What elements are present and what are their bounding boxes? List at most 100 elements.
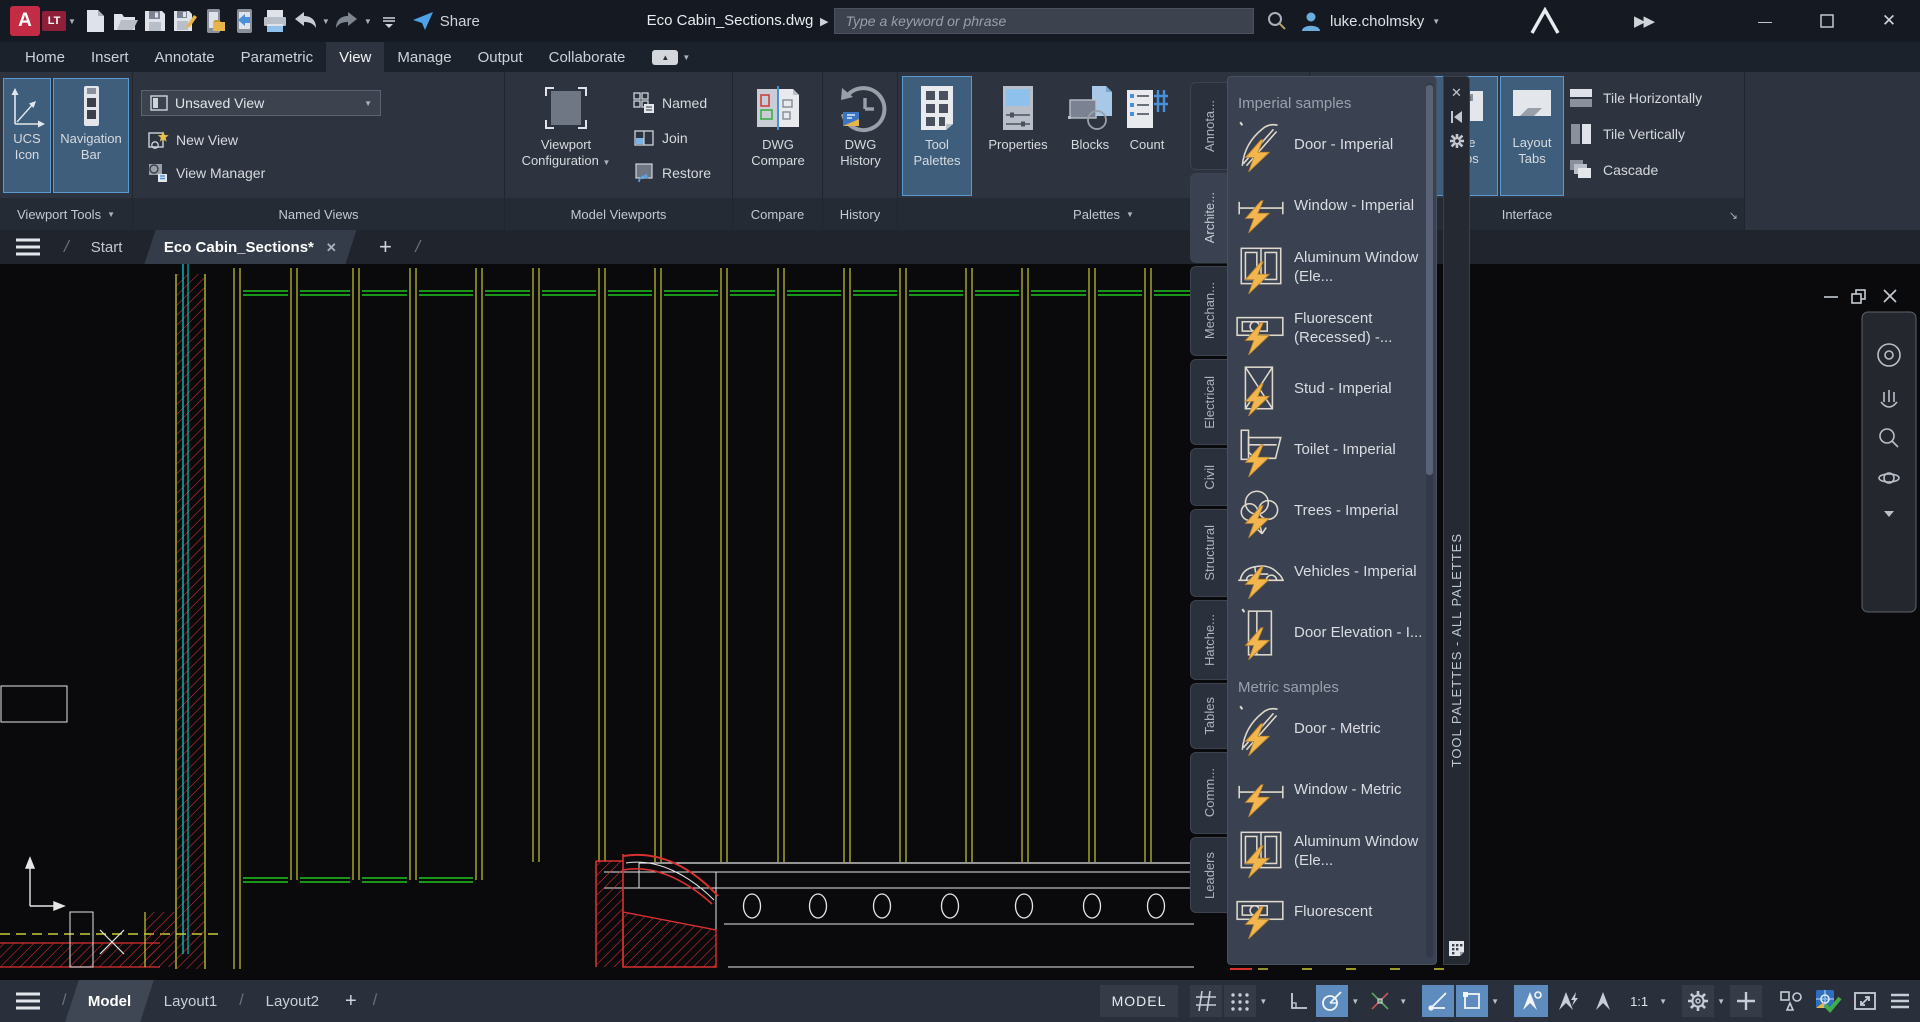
palette-scrollbar[interactable]: [1426, 83, 1433, 958]
dwg-history-button[interactable]: DWG History: [828, 76, 893, 196]
palette-tab-civil[interactable]: Civil: [1190, 448, 1227, 506]
palette-item[interactable]: Fluorescent (Recessed) -...: [1228, 297, 1436, 358]
annotation-visibility-button[interactable]: [1514, 985, 1548, 1017]
panel-launcher-icon[interactable]: ↘: [1729, 209, 1738, 222]
tile-vertically-button[interactable]: Tile Vertically: [1568, 122, 1685, 146]
ribbon-tab-home[interactable]: Home: [12, 42, 78, 72]
maximize-button[interactable]: [1796, 0, 1858, 42]
file-tab-active[interactable]: Eco Cabin_Sections* ✕: [145, 230, 357, 264]
palette-autohide-icon[interactable]: [1444, 105, 1469, 129]
palette-tab-mechan[interactable]: Mechan...: [1190, 266, 1227, 356]
workspace-switching-button[interactable]: [1682, 985, 1714, 1017]
join-viewports-button[interactable]: Join: [633, 127, 688, 149]
palette-close-icon[interactable]: ✕: [1444, 81, 1469, 105]
search-input[interactable]: [834, 8, 1254, 34]
ribbon-tab-view[interactable]: View: [326, 42, 384, 72]
close-button[interactable]: ✕: [1858, 0, 1920, 42]
palette-item[interactable]: Aluminum Window (Ele...: [1228, 820, 1436, 881]
object-snap-button[interactable]: [1456, 985, 1488, 1017]
new-layout-button[interactable]: +: [335, 980, 367, 1022]
ribbon-tab-manage[interactable]: Manage: [384, 42, 464, 72]
annotation-autoscale-button[interactable]: [1550, 985, 1584, 1017]
annotation-scale-icon[interactable]: [1586, 985, 1620, 1017]
polar-tracking-button[interactable]: [1316, 985, 1348, 1017]
open-from-mobile-icon[interactable]: [202, 7, 228, 35]
new-drawing-tab-button[interactable]: +: [363, 230, 407, 264]
hardware-acceleration-button[interactable]: [1810, 985, 1846, 1017]
open-file-icon[interactable]: [112, 7, 138, 35]
drawing-canvas[interactable]: [0, 264, 1920, 980]
palette-item[interactable]: Window - Metric: [1228, 759, 1436, 820]
palette-tab-archite[interactable]: Archite...: [1190, 173, 1228, 263]
isolate-add-button[interactable]: [1730, 985, 1762, 1017]
clean-screen-button[interactable]: [1848, 985, 1882, 1017]
palette-item[interactable]: Fluorescent: [1228, 881, 1436, 942]
save-to-mobile-icon[interactable]: [232, 7, 258, 35]
customize-button[interactable]: [1884, 985, 1916, 1017]
ribbon-collapse-caret-icon[interactable]: ▼: [682, 53, 690, 62]
redo-icon[interactable]: [334, 7, 360, 35]
view-manager-button[interactable]: View Manager: [147, 162, 265, 184]
object-snap-tracking-button[interactable]: [1422, 985, 1454, 1017]
palette-item[interactable]: Door Elevation - I...: [1228, 602, 1436, 663]
isometric-drafting-button-caret[interactable]: ▼: [1396, 997, 1410, 1006]
annotation-scale-button-caret[interactable]: ▼: [1656, 997, 1670, 1006]
annotation-scale-button[interactable]: 1:1: [1622, 985, 1656, 1017]
palette-item[interactable]: Aluminum Window (Ele...: [1228, 236, 1436, 297]
save-icon[interactable]: [142, 7, 168, 35]
plot-icon[interactable]: [262, 7, 288, 35]
palette-item[interactable]: Toilet - Imperial: [1228, 419, 1436, 480]
palette-tab-hatche[interactable]: Hatche...: [1190, 600, 1227, 680]
autodesk-logo-icon[interactable]: [1530, 7, 1560, 35]
isolate-objects-button[interactable]: [1774, 985, 1808, 1017]
ucs-icon-button[interactable]: UCS Icon: [3, 78, 51, 193]
palette-item[interactable]: Door - Metric: [1228, 698, 1436, 759]
palette-tab-comm[interactable]: Comm...: [1190, 752, 1227, 834]
navigation-bar-button[interactable]: Navigation Bar: [53, 78, 129, 193]
view-combo-box[interactable]: Unsaved View ▼: [141, 90, 381, 116]
ribbon-tab-insert[interactable]: Insert: [78, 42, 142, 72]
ribbon-collapse-button[interactable]: ▲: [652, 50, 678, 65]
app-menu-button[interactable]: A LT ▼: [10, 6, 76, 36]
snap-mode-button[interactable]: [1224, 985, 1256, 1017]
named-viewports-button[interactable]: Named: [633, 92, 707, 114]
workspace-switching-button-caret[interactable]: ▼: [1714, 997, 1728, 1006]
dwg-compare-button[interactable]: DWG Compare: [740, 76, 816, 196]
palette-grid-icon[interactable]: [1447, 939, 1466, 958]
palette-item[interactable]: Trees - Imperial: [1228, 480, 1436, 541]
user-account-button[interactable]: luke.cholmsky ▼: [1300, 0, 1440, 42]
undo-icon-caret[interactable]: ▼: [322, 17, 330, 26]
ribbon-tab-collaborate[interactable]: Collaborate: [536, 42, 639, 72]
palette-tab-annota[interactable]: Annota...: [1190, 82, 1227, 170]
blocks-button[interactable]: Blocks: [1062, 76, 1118, 196]
viewport-tools-panel-label[interactable]: Viewport Tools▼: [0, 198, 132, 230]
ribbon-tab-output[interactable]: Output: [465, 42, 536, 72]
object-snap-button-caret[interactable]: ▼: [1488, 997, 1502, 1006]
palette-item[interactable]: Door - Imperial: [1228, 114, 1436, 175]
layout-tab-layout1[interactable]: Layout1: [148, 980, 233, 1022]
properties-button[interactable]: Properties: [978, 76, 1058, 196]
toolbar-overflow-icon[interactable]: ▶▶: [1634, 0, 1653, 42]
redo-icon-caret[interactable]: ▼: [364, 17, 372, 26]
ribbon-tab-annotate[interactable]: Annotate: [142, 42, 228, 72]
palette-tab-tables[interactable]: Tables: [1190, 683, 1227, 749]
restore-viewports-button[interactable]: Restore: [633, 162, 711, 184]
cascade-button[interactable]: Cascade: [1568, 158, 1658, 182]
ribbon-tab-parametric[interactable]: Parametric: [228, 42, 327, 72]
layout-tab-model[interactable]: Model: [66, 980, 155, 1022]
palette-item[interactable]: Vehicles - Imperial: [1228, 541, 1436, 602]
layout-tab-layout2[interactable]: Layout2: [250, 980, 335, 1022]
palette-properties-icon[interactable]: [1444, 129, 1469, 153]
palette-item[interactable]: Stud - Imperial: [1228, 358, 1436, 419]
palette-tab-electrical[interactable]: Electrical: [1190, 359, 1227, 445]
isometric-drafting-button[interactable]: [1364, 985, 1396, 1017]
count-button[interactable]: Count: [1120, 76, 1174, 196]
qat-customize-icon[interactable]: [376, 7, 402, 35]
layout-menu-button[interactable]: [0, 980, 56, 1022]
share-button[interactable]: Share: [412, 11, 480, 31]
palette-item[interactable]: Window - Imperial: [1228, 175, 1436, 236]
file-tabs-menu-button[interactable]: [0, 230, 56, 264]
model-space-button[interactable]: MODEL: [1100, 985, 1179, 1017]
snap-mode-button-caret[interactable]: ▼: [1256, 997, 1270, 1006]
undo-icon[interactable]: [292, 7, 318, 35]
